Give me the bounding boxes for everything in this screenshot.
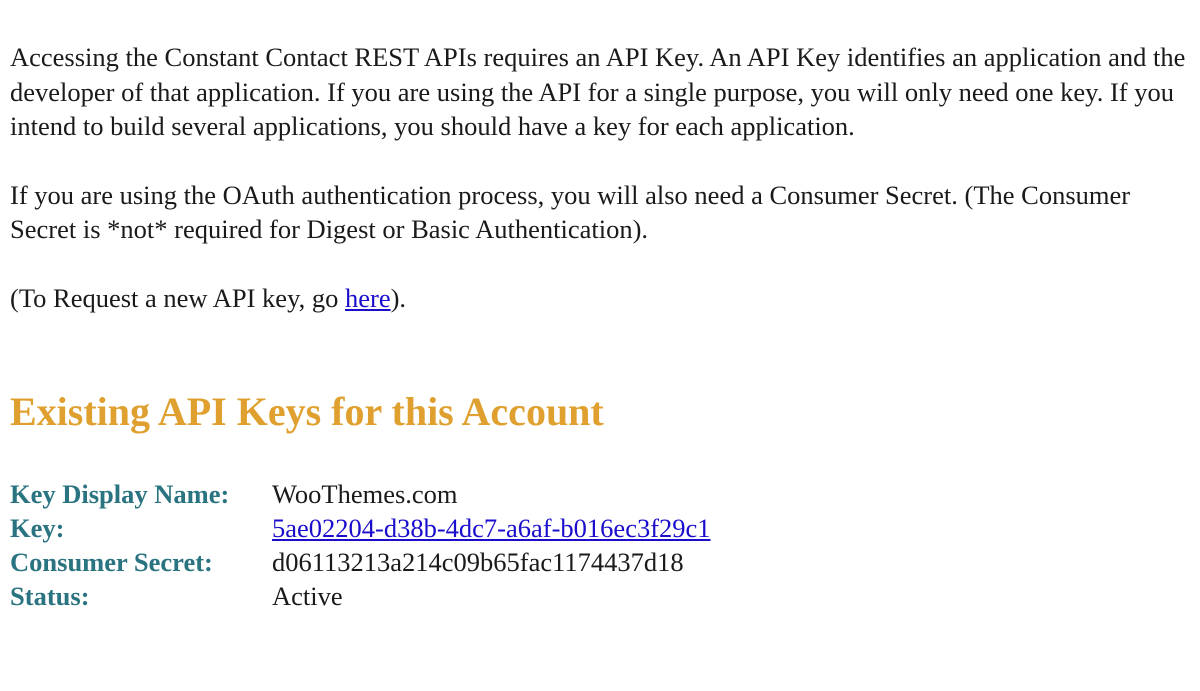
status-label: Status: xyxy=(10,581,90,611)
key-display-name-label: Key Display Name: xyxy=(10,479,230,509)
api-key-details: Key Display Name: WooThemes.com Key: 5ae… xyxy=(10,477,711,613)
consumer-secret-label: Consumer Secret: xyxy=(10,547,213,577)
key-display-name-row: Key Display Name: WooThemes.com xyxy=(10,477,711,511)
intro-content: Accessing the Constant Contact REST APIs… xyxy=(10,40,1192,315)
existing-keys-heading: Existing API Keys for this Account xyxy=(10,389,604,434)
consumer-secret-value: d06113213a214c09b65fac1174437d18 xyxy=(272,547,684,577)
key-value-link[interactable]: 5ae02204-d38b-4dc7-a6af-b016ec3f29c1 xyxy=(272,513,711,543)
request-key-suffix: ). xyxy=(390,282,407,313)
key-row: Key: 5ae02204-d38b-4dc7-a6af-b016ec3f29c… xyxy=(10,511,711,545)
request-key-link[interactable]: here xyxy=(345,283,391,313)
consumer-secret-row: Consumer Secret: d06113213a214c09b65fac1… xyxy=(10,545,711,579)
intro-paragraph: Accessing the Constant Contact REST APIs… xyxy=(10,42,1186,141)
request-key-paragraph: (To Request a new API key, go here). xyxy=(10,281,1192,316)
consumer-secret-paragraph: If you are using the OAuth authenticatio… xyxy=(10,179,1131,245)
key-label: Key: xyxy=(10,513,65,543)
key-display-name-value: WooThemes.com xyxy=(272,479,458,509)
request-key-prefix: (To Request a new API key, go xyxy=(10,282,345,313)
status-row: Status: Active xyxy=(10,579,711,613)
status-value: Active xyxy=(272,581,343,611)
